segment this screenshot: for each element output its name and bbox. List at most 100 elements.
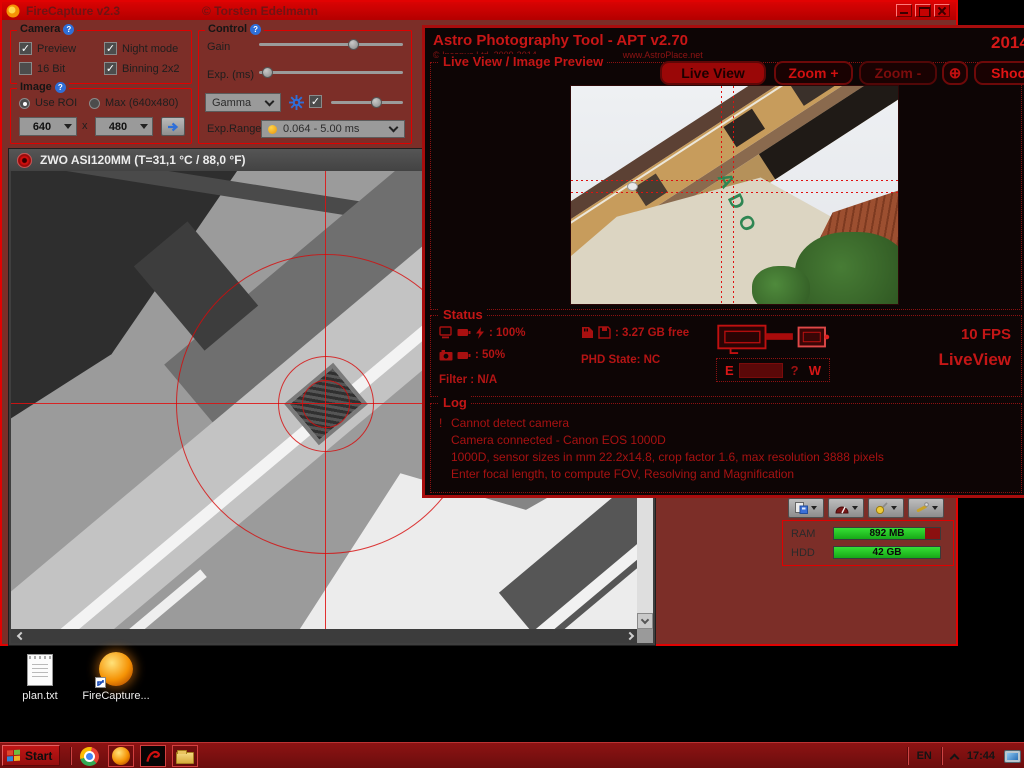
ram-label: RAM (791, 528, 833, 540)
gamma-slider-knob[interactable] (371, 97, 382, 108)
tools-button[interactable] (908, 498, 944, 518)
control-group: Control ? Gain Exp. (ms) Gamma (198, 30, 412, 144)
hidden-icons-arrow[interactable] (949, 753, 959, 763)
check-icon: ✓ (105, 63, 116, 75)
gain-slider-knob[interactable] (348, 39, 359, 50)
focuser-position-graphic (714, 320, 834, 354)
power-status: : 100% (489, 327, 525, 339)
exp-range-dropdown[interactable]: 0.064 - 5.00 ms (261, 120, 405, 138)
memory-card-icon (581, 326, 594, 339)
desktop-icon-firecapture[interactable]: FireCapture... (80, 652, 152, 702)
image-group-label: Image (20, 81, 52, 93)
gear-icon[interactable] (289, 95, 304, 110)
clock[interactable]: 17:44 (967, 750, 995, 762)
satellite-dish (627, 182, 638, 191)
dropdown-arrow-icon (811, 506, 817, 510)
use-roi-radio[interactable]: Use ROI (19, 97, 77, 109)
gain-slider[interactable] (259, 39, 403, 50)
scroll-left-button[interactable] (11, 629, 27, 643)
desktop-icon-plan-txt[interactable]: plan.txt (4, 654, 76, 702)
camera-view-title: ZWO ASI120MM (T=31,1 °C / 88,0 °F) (40, 153, 246, 167)
ram-row: RAM 892 MB (791, 527, 941, 540)
battery-icon (457, 327, 471, 338)
firecapture-titlebar[interactable]: FireCapture v2.3 © Torsten Edelmann (2, 2, 956, 20)
computer-icon (439, 326, 453, 339)
minimize-button[interactable] (896, 4, 912, 17)
chevron-down-icon (265, 96, 275, 106)
gamma-dropdown[interactable]: Gamma (205, 93, 281, 112)
wrench-icon (915, 502, 929, 514)
scroll-left-icon (16, 632, 24, 640)
preview-checkbox[interactable]: ✓ Preview (19, 42, 76, 55)
close-button[interactable] (934, 4, 950, 17)
focuser-direction-control: E ? W (716, 358, 830, 382)
gauge-button[interactable] (828, 498, 864, 518)
zoom-in-button[interactable]: Zoom + (774, 61, 853, 85)
apt-website[interactable]: www.AstroPlace.net (623, 50, 703, 60)
start-button[interactable]: Start (2, 745, 60, 766)
exposure-slider-knob[interactable] (262, 67, 273, 78)
exposure-slider[interactable] (259, 67, 403, 78)
gauge-icon (835, 503, 849, 514)
check-icon: ✓ (310, 96, 321, 108)
apt-clock: 2014 (991, 33, 1024, 53)
desktop-icon-label: FireCapture... (80, 690, 152, 702)
language-indicator[interactable]: EN (917, 750, 932, 762)
image-preview: ADO (571, 86, 898, 304)
crosshair-icon: ⊕ (949, 66, 962, 81)
scroll-down-button[interactable] (637, 613, 653, 629)
focuser-west-button[interactable]: W (809, 363, 821, 378)
shoot-button[interactable]: Shoot (974, 61, 1024, 85)
preview-crosshair-v2 (733, 86, 734, 304)
focuser-help-button[interactable]: ? (791, 363, 799, 378)
taskbar-chrome-icon[interactable] (80, 747, 99, 766)
save-format-button[interactable] (788, 498, 824, 518)
hdd-row: HDD 42 GB (791, 546, 941, 559)
preview-group-label: Live View / Image Preview (439, 54, 607, 69)
live-view-button[interactable]: Live View (660, 61, 766, 85)
fps-indicator: 10 FPS (961, 326, 1011, 343)
height-dropdown[interactable]: 480 (95, 117, 153, 136)
log-entry: ! Cannot detect camera (439, 416, 569, 430)
desktop-icon-label: plan.txt (4, 690, 76, 702)
16bit-checkbox[interactable]: ✓ 16 Bit (19, 62, 65, 75)
max-resolution-radio[interactable]: Max (640x480) (89, 97, 178, 109)
zoom-out-button[interactable]: Zoom - (859, 61, 937, 85)
center-crosshair-button[interactable]: ⊕ (942, 61, 968, 85)
horizontal-scrollbar[interactable] (11, 629, 639, 643)
taskbar: Start EN 17:44 (0, 742, 1024, 768)
chevron-down-icon (140, 124, 148, 129)
apply-roi-button[interactable] (161, 117, 185, 136)
binning-checkbox[interactable]: ✓ Binning 2x2 (104, 62, 180, 75)
scroll-right-icon (625, 632, 633, 640)
night-mode-checkbox[interactable]: ✓ Night mode (104, 42, 178, 55)
folder-icon (176, 752, 194, 764)
save-icon (795, 502, 808, 514)
image-help-icon[interactable]: ? (55, 82, 66, 93)
start-button-label: Start (25, 749, 52, 763)
status-group-label: Status (439, 307, 487, 322)
marker-button[interactable] (868, 498, 904, 518)
width-dropdown[interactable]: 640 (19, 117, 77, 136)
taskbar-firecapture-icon[interactable] (108, 745, 134, 767)
camera-help-icon[interactable]: ? (63, 24, 74, 35)
apply-arrow-icon (167, 122, 180, 132)
chevron-down-icon (389, 123, 399, 133)
ram-value: 892 MB (834, 528, 940, 539)
maximize-button[interactable] (915, 4, 931, 17)
gain-label: Gain (207, 41, 230, 53)
camera-group: Camera ? ✓ Preview ✓ Night mode ✓ 16 Bit… (10, 30, 192, 84)
focuser-east-button[interactable]: E (725, 363, 734, 378)
show-desktop-icon[interactable] (1004, 750, 1021, 763)
status-group: Status : 100% : 50% Filt (430, 315, 1022, 397)
preview-crosshair-h1 (571, 180, 898, 181)
check-icon: ✓ (105, 43, 116, 55)
battery-icon (457, 350, 471, 361)
control-help-icon[interactable]: ? (250, 24, 261, 35)
gamma-slider[interactable] (331, 97, 403, 108)
storage-status: : 3.27 GB free (615, 327, 689, 339)
filter-status: Filter : N/A (439, 374, 497, 386)
gamma-checkbox[interactable]: ✓ (309, 95, 322, 108)
taskbar-apt-icon[interactable] (140, 745, 166, 767)
taskbar-explorer-icon[interactable] (172, 745, 198, 767)
